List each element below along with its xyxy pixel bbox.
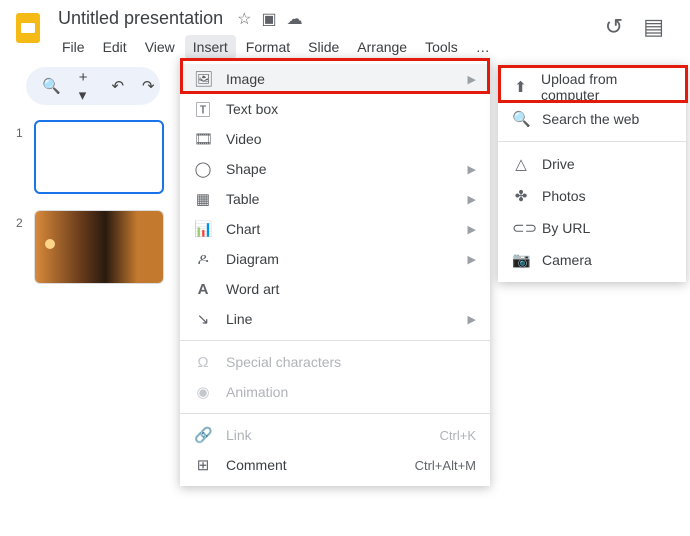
wordart-icon: A <box>194 281 212 298</box>
from-camera[interactable]: 📷Camera <box>498 244 686 276</box>
drive-icon: △ <box>512 155 530 173</box>
diagram-icon: ዶ <box>194 251 212 268</box>
from-drive[interactable]: △Drive <box>498 148 686 180</box>
insert-line[interactable]: ↘Line▶ <box>180 304 490 334</box>
menu-view[interactable]: View <box>137 35 183 59</box>
redo-button[interactable]: ↷ <box>136 73 161 99</box>
camera-icon: 📷 <box>512 251 530 269</box>
menu-format[interactable]: Format <box>238 35 298 59</box>
menu-arrange[interactable]: Arrange <box>349 35 415 59</box>
cloud-icon[interactable]: ☁ <box>287 9 303 29</box>
photos-icon: ✤ <box>512 187 530 205</box>
insert-chart[interactable]: 📊Chart▶ <box>180 214 490 244</box>
insert-link: 🔗LinkCtrl+K <box>180 420 490 450</box>
menubar: File Edit View Insert Format Slide Arran… <box>54 35 605 59</box>
new-slide-button[interactable]: + ▾ <box>73 65 94 108</box>
insert-menu: 🖼Image▶ 🅃Text box 🎞Video ◯Shape▶ ▦Table▶… <box>180 58 490 486</box>
document-title[interactable]: Untitled presentation <box>54 6 227 31</box>
insert-animation: ◉Animation <box>180 377 490 407</box>
insert-video[interactable]: 🎞Video <box>180 124 490 154</box>
chart-icon: 📊 <box>194 220 212 238</box>
comments-icon[interactable]: ▤ <box>643 14 664 40</box>
insert-textbox[interactable]: 🅃Text box <box>180 94 490 124</box>
search-icon: 🔍 <box>512 110 530 128</box>
animation-icon: ◉ <box>194 383 212 401</box>
chevron-right-icon: ▶ <box>468 163 476 176</box>
image-submenu: ⬆Upload from computer 🔍Search the web △D… <box>498 65 686 282</box>
menu-file[interactable]: File <box>54 35 93 59</box>
menu-slide[interactable]: Slide <box>300 35 347 59</box>
upload-icon: ⬆ <box>512 78 529 96</box>
insert-comment[interactable]: ⊞CommentCtrl+Alt+M <box>180 450 490 480</box>
slide-thumbnail-2[interactable] <box>34 210 164 284</box>
header: Untitled presentation ☆ ▣ ☁ File Edit Vi… <box>0 0 690 59</box>
slide-thumbnail-1[interactable] <box>34 120 164 194</box>
menu-separator <box>180 340 490 341</box>
chevron-right-icon: ▶ <box>468 223 476 236</box>
table-icon: ▦ <box>194 190 212 208</box>
link-icon: 🔗 <box>194 426 212 444</box>
video-icon: 🎞 <box>194 130 212 148</box>
chevron-right-icon: ▶ <box>468 313 476 326</box>
from-photos[interactable]: ✤Photos <box>498 180 686 212</box>
menu-separator <box>498 141 686 142</box>
history-icon[interactable]: ↺ <box>605 14 623 40</box>
title-area: Untitled presentation ☆ ▣ ☁ File Edit Vi… <box>54 6 605 59</box>
search-the-web[interactable]: 🔍Search the web <box>498 103 686 135</box>
insert-diagram[interactable]: ዶDiagram▶ <box>180 244 490 274</box>
menu-more[interactable]: … <box>468 35 498 59</box>
slides-logo[interactable] <box>10 10 46 46</box>
insert-table[interactable]: ▦Table▶ <box>180 184 490 214</box>
textbox-icon: 🅃 <box>194 99 212 120</box>
chevron-right-icon: ▶ <box>468 193 476 206</box>
by-url[interactable]: ⊂⊃By URL <box>498 212 686 244</box>
move-icon[interactable]: ▣ <box>261 9 276 29</box>
comment-icon: ⊞ <box>194 456 212 474</box>
insert-wordart[interactable]: AWord art <box>180 274 490 304</box>
menu-edit[interactable]: Edit <box>95 35 135 59</box>
slides-panel: 1 2 <box>16 120 164 300</box>
url-icon: ⊂⊃ <box>512 219 530 237</box>
omega-icon: Ω <box>194 354 212 371</box>
search-button[interactable]: 🔍 <box>36 73 67 99</box>
toolbar: 🔍 + ▾ ↶ ↷ <box>26 67 160 105</box>
upload-from-computer[interactable]: ⬆Upload from computer <box>498 71 686 103</box>
slide-number: 2 <box>16 210 26 230</box>
insert-image[interactable]: 🖼Image▶ <box>180 64 490 94</box>
menu-tools[interactable]: Tools <box>417 35 466 59</box>
shape-icon: ◯ <box>194 160 212 178</box>
slide-number: 1 <box>16 120 26 140</box>
menu-separator <box>180 413 490 414</box>
insert-special-chars: ΩSpecial characters <box>180 347 490 377</box>
line-icon: ↘ <box>194 310 212 328</box>
menu-insert[interactable]: Insert <box>185 35 236 59</box>
chevron-right-icon: ▶ <box>468 253 476 266</box>
star-icon[interactable]: ☆ <box>237 9 251 29</box>
image-icon: 🖼 <box>194 70 212 88</box>
insert-shape[interactable]: ◯Shape▶ <box>180 154 490 184</box>
undo-button[interactable]: ↶ <box>105 73 130 99</box>
chevron-right-icon: ▶ <box>468 73 476 86</box>
